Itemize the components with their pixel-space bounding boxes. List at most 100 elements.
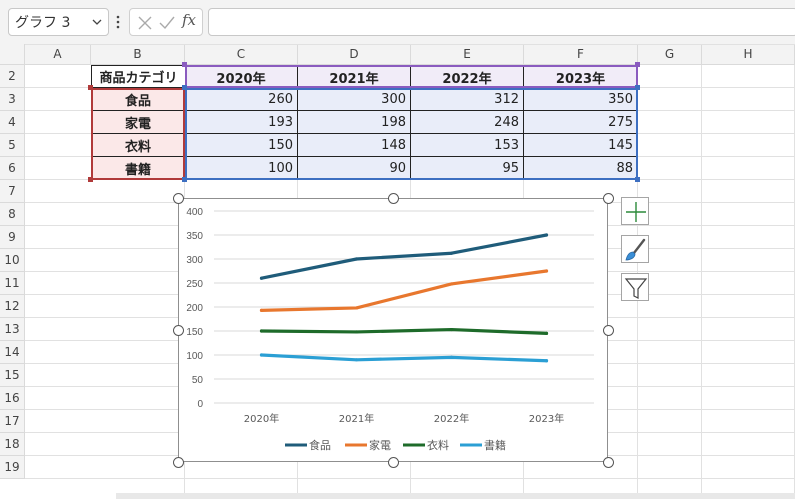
year-header[interactable]: 2023年 bbox=[524, 65, 638, 88]
chart-resize-handle[interactable] bbox=[387, 456, 399, 468]
category-cell[interactable]: 衣料 bbox=[91, 134, 185, 157]
row-header-11[interactable]: 11 bbox=[0, 272, 25, 295]
range-corner-handle[interactable] bbox=[635, 62, 640, 67]
row-header-19[interactable]: 19 bbox=[0, 456, 25, 479]
sheet-tab[interactable] bbox=[0, 493, 116, 499]
row-header-12[interactable]: 12 bbox=[0, 295, 25, 318]
chart-resize-handle[interactable] bbox=[172, 324, 184, 336]
value-cell[interactable]: 350 bbox=[524, 88, 638, 111]
chart-resize-handle[interactable] bbox=[602, 456, 614, 468]
column-header-h[interactable]: H bbox=[702, 44, 795, 65]
legend-label: 衣料 bbox=[427, 438, 449, 452]
value-cell[interactable]: 193 bbox=[185, 111, 298, 134]
chart-elements-button[interactable] bbox=[621, 197, 649, 225]
chart-resize-handle[interactable] bbox=[172, 192, 184, 204]
x-tick-label: 2023年 bbox=[529, 412, 564, 425]
chart-filters-button[interactable] bbox=[621, 273, 649, 301]
value-cell[interactable]: 198 bbox=[298, 111, 411, 134]
formula-input[interactable] bbox=[208, 8, 795, 36]
name-box[interactable]: グラフ 3 bbox=[8, 8, 109, 36]
sheet-tab-bar bbox=[0, 493, 795, 499]
column-header-c[interactable]: C bbox=[185, 44, 298, 65]
data-point bbox=[259, 329, 264, 333]
cancel-x-icon[interactable] bbox=[136, 14, 154, 32]
value-cell[interactable]: 260 bbox=[185, 88, 298, 111]
value-cell[interactable]: 88 bbox=[524, 157, 638, 180]
insert-function-button[interactable]: fx bbox=[182, 11, 196, 29]
range-corner-handle[interactable] bbox=[635, 85, 640, 90]
row-header-15[interactable]: 15 bbox=[0, 364, 25, 387]
legend-label: 家電 bbox=[369, 438, 391, 452]
range-corner-handle[interactable] bbox=[635, 177, 640, 182]
year-header[interactable]: 2020年 bbox=[185, 65, 298, 88]
row-header-7[interactable]: 7 bbox=[0, 180, 25, 203]
row-header-9[interactable]: 9 bbox=[0, 226, 25, 249]
row-header-13[interactable]: 13 bbox=[0, 318, 25, 341]
data-point bbox=[544, 233, 549, 237]
row-header-8[interactable]: 8 bbox=[0, 203, 25, 226]
value-cell[interactable]: 100 bbox=[185, 157, 298, 180]
column-header-f[interactable]: F bbox=[524, 44, 638, 65]
data-point bbox=[259, 308, 264, 312]
y-tick-label: 0 bbox=[197, 399, 203, 410]
row-header-3[interactable]: 3 bbox=[0, 88, 25, 111]
data-point bbox=[544, 359, 549, 363]
row-header-4[interactable]: 4 bbox=[0, 111, 25, 134]
line-chart[interactable]: 0 50 100 150 200 250 300 350 400 2020年 2021年 2022年 2… bbox=[178, 198, 608, 462]
data-point bbox=[449, 282, 454, 286]
value-cell[interactable]: 90 bbox=[298, 157, 411, 180]
category-cell[interactable]: 書籍 bbox=[91, 157, 185, 180]
chart-resize-handle[interactable] bbox=[602, 192, 614, 204]
range-corner-handle[interactable] bbox=[88, 177, 93, 182]
y-tick-label: 400 bbox=[186, 207, 203, 218]
value-cell[interactable]: 153 bbox=[411, 134, 524, 157]
value-cell[interactable]: 300 bbox=[298, 88, 411, 111]
range-corner-handle[interactable] bbox=[182, 177, 187, 182]
year-header[interactable]: 2022年 bbox=[411, 65, 524, 88]
value-cell[interactable]: 275 bbox=[524, 111, 638, 134]
range-corner-handle[interactable] bbox=[182, 85, 187, 90]
select-all-corner[interactable] bbox=[0, 44, 25, 65]
row-header-17[interactable]: 17 bbox=[0, 410, 25, 433]
column-header-a[interactable]: A bbox=[25, 44, 91, 65]
value-cell[interactable]: 95 bbox=[411, 157, 524, 180]
value-cell[interactable]: 145 bbox=[524, 134, 638, 157]
chart-resize-handle[interactable] bbox=[172, 456, 184, 468]
row-header-5[interactable]: 5 bbox=[0, 134, 25, 157]
column-header-d[interactable]: D bbox=[298, 44, 411, 65]
table-corner-header[interactable]: 商品カテゴリ bbox=[91, 65, 185, 88]
category-cell[interactable]: 家電 bbox=[91, 111, 185, 134]
row-header-6[interactable]: 6 bbox=[0, 157, 25, 180]
check-icon[interactable] bbox=[158, 14, 176, 32]
chevron-down-icon[interactable] bbox=[91, 16, 103, 28]
series-line-2 bbox=[259, 327, 549, 335]
value-cell[interactable]: 148 bbox=[298, 134, 411, 157]
data-point bbox=[449, 251, 454, 255]
column-header-e[interactable]: E bbox=[411, 44, 524, 65]
value-cell[interactable]: 312 bbox=[411, 88, 524, 111]
category-cell[interactable]: 食品 bbox=[91, 88, 185, 111]
range-corner-handle[interactable] bbox=[88, 85, 93, 90]
value-cell[interactable]: 150 bbox=[185, 134, 298, 157]
x-tick-label: 2020年 bbox=[244, 412, 279, 425]
row-header-18[interactable]: 18 bbox=[0, 433, 25, 456]
column-header-b[interactable]: B bbox=[91, 44, 185, 65]
data-point bbox=[449, 327, 454, 332]
column-header-g[interactable]: G bbox=[638, 44, 702, 65]
year-header[interactable]: 2021年 bbox=[298, 65, 411, 88]
row-header-10[interactable]: 10 bbox=[0, 249, 25, 272]
formula-actions: fx bbox=[129, 8, 203, 36]
data-point bbox=[544, 331, 549, 335]
chart-resize-handle[interactable] bbox=[602, 324, 614, 336]
vertical-dots-icon[interactable] bbox=[114, 12, 122, 32]
y-tick-label: 150 bbox=[186, 327, 203, 338]
range-corner-handle[interactable] bbox=[182, 62, 187, 67]
data-point bbox=[544, 269, 549, 273]
row-header-14[interactable]: 14 bbox=[0, 341, 25, 364]
chart-styles-button[interactable] bbox=[621, 235, 649, 263]
chart-resize-handle[interactable] bbox=[387, 192, 399, 204]
row-header-2[interactable]: 2 bbox=[0, 65, 25, 88]
row-header-16[interactable]: 16 bbox=[0, 387, 25, 410]
value-cell[interactable]: 248 bbox=[411, 111, 524, 134]
y-tick-label: 350 bbox=[186, 231, 203, 242]
